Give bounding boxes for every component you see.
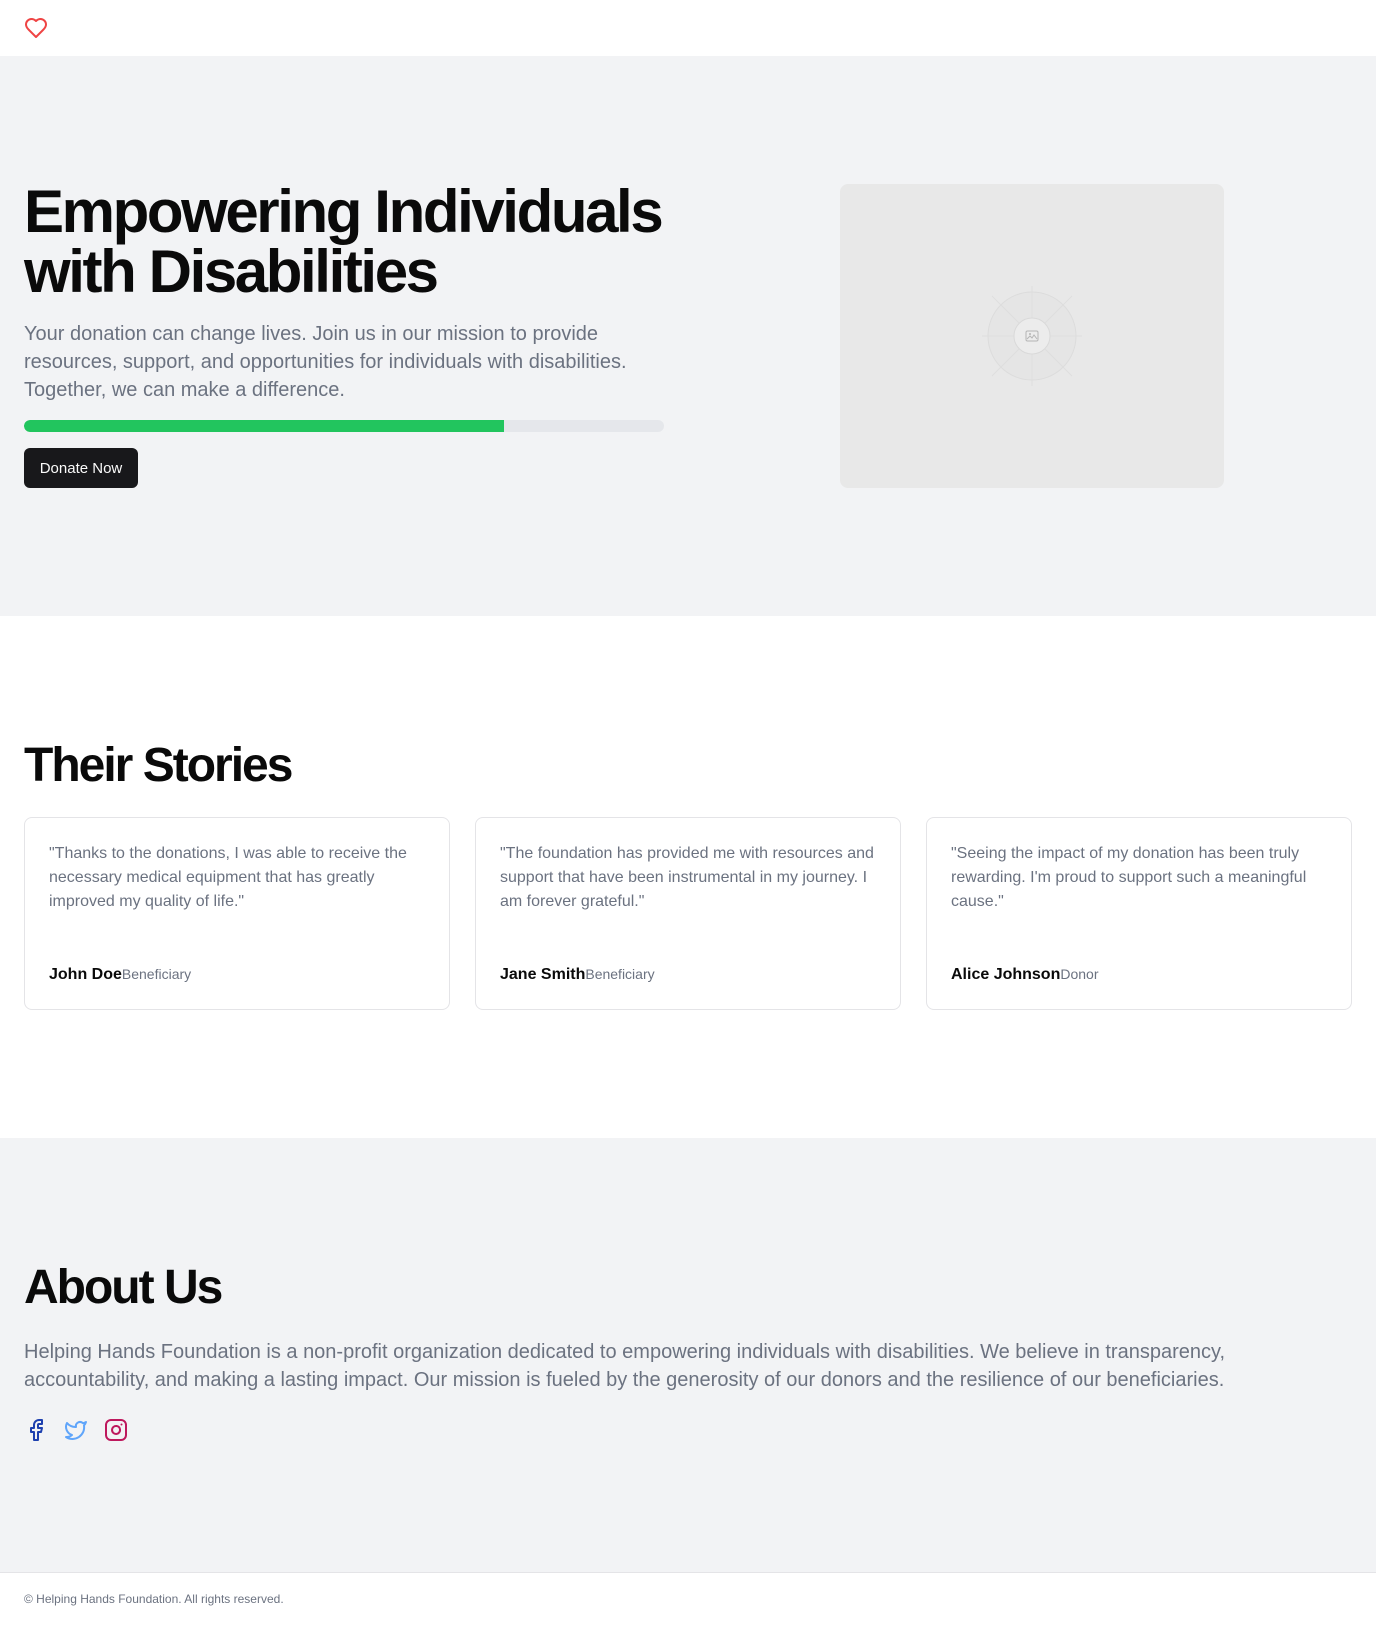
story-quote: "Seeing the impact of my donation has be… — [951, 845, 1307, 910]
stories-section: Their Stories "Thanks to the donations, … — [0, 616, 1376, 1138]
twitter-icon[interactable] — [64, 1418, 88, 1442]
hero-title: Empowering Individuals with Disabilities — [24, 178, 664, 305]
story-card: "Seeing the impact of my donation has be… — [926, 817, 1352, 1010]
image-placeholder-icon — [982, 286, 1082, 386]
story-author-role: Donor — [1060, 966, 1099, 982]
story-card: "Thanks to the donations, I was able to … — [24, 817, 450, 1010]
story-author-name: Alice Johnson — [951, 966, 1061, 983]
story-quote: "The foundation has provided me with res… — [500, 845, 874, 910]
about-section: About Us Helping Hands Foundation is a n… — [0, 1138, 1376, 1572]
donation-progress-fill — [24, 420, 504, 432]
story-card: "The foundation has provided me with res… — [475, 817, 901, 1010]
top-bar — [0, 0, 1376, 56]
about-title: About Us — [24, 1261, 223, 1314]
story-author: Jane SmithBeneficiary — [500, 962, 655, 987]
donation-progress-bar — [24, 420, 664, 432]
instagram-icon[interactable] — [104, 1418, 128, 1442]
donate-now-button[interactable]: Donate Now — [24, 448, 138, 488]
about-text: Helping Hands Foundation is a non-profit… — [24, 1341, 1226, 1391]
story-quote: "Thanks to the donations, I was able to … — [49, 845, 407, 910]
story-author-role: Beneficiary — [121, 966, 192, 982]
story-author-role: Beneficiary — [585, 966, 655, 982]
stories-title: Their Stories — [24, 739, 293, 792]
story-author-name: John Doe — [49, 966, 122, 983]
hero-description: Your donation can change lives. Join us … — [24, 323, 627, 401]
hero-section: Empowering Individuals with Disabilities… — [0, 56, 1376, 616]
footer: © Helping Hands Foundation. All rights r… — [0, 1572, 1376, 1626]
story-author-name: Jane Smith — [500, 966, 586, 983]
hero-image — [840, 184, 1224, 488]
social-links — [24, 1418, 128, 1442]
footer-copyright: © Helping Hands Foundation. All rights r… — [24, 1592, 284, 1606]
facebook-icon[interactable] — [24, 1418, 48, 1442]
heart-icon[interactable] — [24, 16, 48, 40]
story-author: John DoeBeneficiary — [49, 962, 191, 987]
story-author: Alice JohnsonDonor — [951, 962, 1099, 987]
